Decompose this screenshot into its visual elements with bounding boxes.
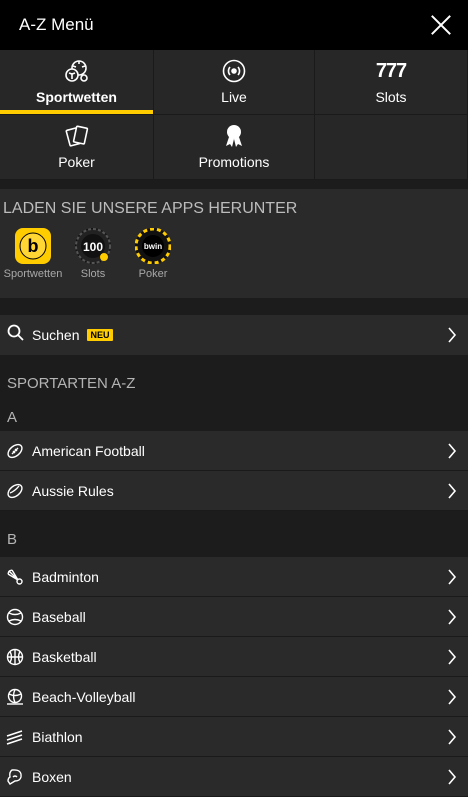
tile-label: Slots xyxy=(375,89,407,105)
app-slots[interactable]: 100 Slots xyxy=(63,228,123,280)
menu-title: A-Z Menü xyxy=(19,15,94,34)
tile-label: Live xyxy=(221,89,247,105)
baseball-icon xyxy=(6,608,24,626)
live-broadcast-icon xyxy=(222,59,246,83)
product-grid: Sportwetten Live 777 Slots Poker Promoti… xyxy=(0,50,468,180)
tile-empty xyxy=(315,115,468,180)
biathlon-skis-icon xyxy=(6,728,24,746)
slots-app-badge: 100 xyxy=(83,240,103,254)
chevron-right-icon xyxy=(444,608,460,625)
search-row[interactable]: Suchen NEU xyxy=(0,315,468,355)
sport-name: Biathlon xyxy=(32,728,83,745)
app-label: Poker xyxy=(138,268,168,280)
sport-row-basketball[interactable]: Basketball xyxy=(0,637,468,677)
sport-row-badminton[interactable]: Badminton xyxy=(0,557,468,597)
sports-heading: SPORTARTEN A-Z xyxy=(0,355,468,405)
sport-name: Beach-Volleyball xyxy=(32,688,136,705)
sport-name: Badminton xyxy=(32,568,99,585)
tile-slots[interactable]: 777 Slots xyxy=(315,50,468,115)
chevron-right-icon xyxy=(444,568,460,585)
app-poker[interactable]: bwin Poker xyxy=(123,228,183,280)
spacer xyxy=(0,298,468,315)
sport-name: American Football xyxy=(32,442,145,459)
sport-row-boxen[interactable]: Boxen xyxy=(0,757,468,797)
beach-volleyball-icon xyxy=(6,688,24,706)
tile-promotions[interactable]: Promotions xyxy=(154,115,315,180)
tile-poker[interactable]: Poker xyxy=(0,115,154,180)
tile-sportwetten[interactable]: Sportwetten xyxy=(0,50,154,115)
boxing-glove-icon xyxy=(6,768,24,786)
search-label: Suchen xyxy=(32,327,80,343)
letter-heading-a: A xyxy=(0,405,468,431)
sport-name: Baseball xyxy=(32,608,86,625)
chevron-right-icon xyxy=(444,482,460,499)
letter-heading-b: B xyxy=(0,511,468,557)
slots-777-icon: 777 xyxy=(375,59,407,82)
slots-app-icon: 100 xyxy=(75,228,111,264)
sport-row-baseball[interactable]: Baseball xyxy=(0,597,468,637)
basketball-icon xyxy=(6,648,24,666)
svg-text:b: b xyxy=(28,236,39,256)
sport-row-aussie-rules[interactable]: Aussie Rules xyxy=(0,471,468,511)
award-ribbon-icon xyxy=(223,124,245,148)
search-icon xyxy=(7,324,24,346)
american-football-icon xyxy=(6,442,24,460)
tile-label: Poker xyxy=(58,154,95,170)
tile-live[interactable]: Live xyxy=(154,50,315,115)
sport-row-biathlon[interactable]: Biathlon xyxy=(0,717,468,757)
menu-header: A-Z Menü xyxy=(0,0,468,50)
apps-section: LADEN SIE UNSERE APPS HERUNTER b Sportwe… xyxy=(0,189,468,298)
cards-icon xyxy=(64,124,90,148)
app-label: Slots xyxy=(80,268,106,280)
poker-app-brand: bwin xyxy=(144,242,162,251)
sport-row-american-football[interactable]: American Football xyxy=(0,431,468,471)
tile-label: Sportwetten xyxy=(36,89,117,105)
tile-label: Promotions xyxy=(198,154,270,170)
chevron-right-icon xyxy=(444,442,460,459)
sport-name: Boxen xyxy=(32,768,72,785)
app-label: Sportwetten xyxy=(3,268,63,280)
chevron-right-icon xyxy=(444,728,460,745)
new-badge: NEU xyxy=(87,329,113,341)
close-icon[interactable] xyxy=(430,14,452,36)
sport-name: Aussie Rules xyxy=(32,482,114,499)
chevron-right-icon xyxy=(444,648,460,665)
apps-heading: LADEN SIE UNSERE APPS HERUNTER xyxy=(3,200,298,217)
spacer xyxy=(0,180,468,189)
chevron-right-icon xyxy=(444,688,460,705)
sport-row-beach-volleyball[interactable]: Beach-Volleyball xyxy=(0,677,468,717)
aussie-rules-ball-icon xyxy=(6,482,24,500)
sports-balls-icon xyxy=(64,59,90,83)
poker-app-icon: bwin xyxy=(135,228,171,264)
chevron-right-icon xyxy=(444,327,460,343)
chevron-right-icon xyxy=(444,768,460,785)
sport-name: Basketball xyxy=(32,648,97,665)
app-sportwetten[interactable]: b Sportwetten xyxy=(3,228,63,280)
shuttlecock-icon xyxy=(6,568,24,586)
bwin-sports-app-icon: b xyxy=(15,228,51,264)
